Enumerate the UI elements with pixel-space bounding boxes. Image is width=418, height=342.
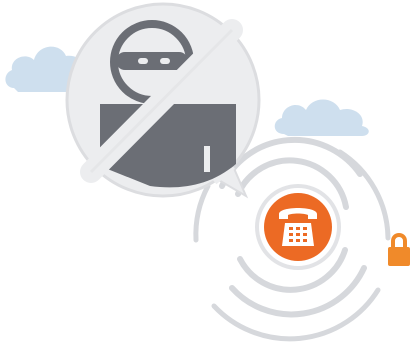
illustration-canvas xyxy=(5,2,410,342)
cloud-icon xyxy=(274,99,369,136)
padlock-icon xyxy=(388,233,410,266)
telephone-badge xyxy=(255,184,341,270)
security-illustration xyxy=(0,0,418,342)
